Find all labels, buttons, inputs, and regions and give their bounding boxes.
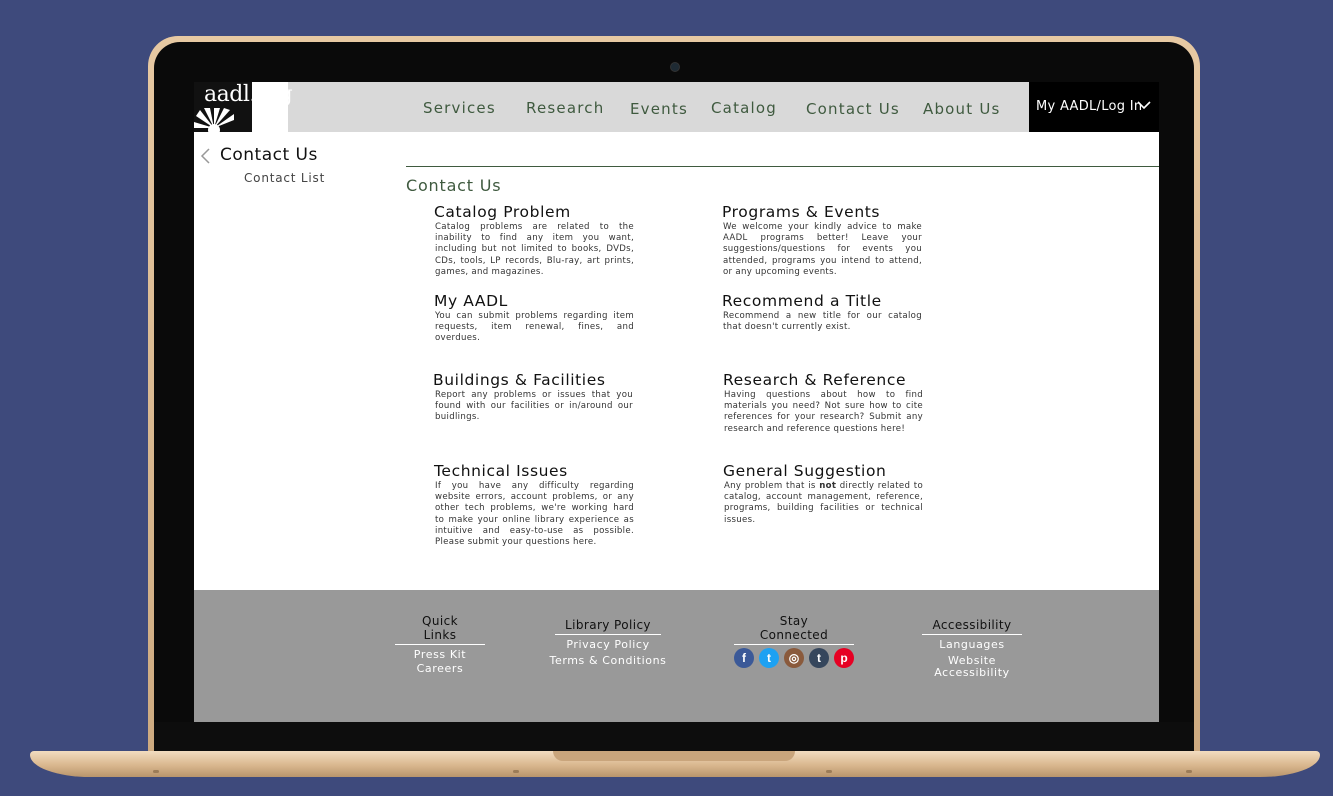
- nav-contact-us[interactable]: Contact Us: [806, 100, 900, 118]
- card-text: Having questions about how to find mater…: [724, 390, 923, 434]
- instagram-icon[interactable]: ◎: [784, 648, 804, 668]
- footer-accessibility: Accessibility Languages Website Accessib…: [912, 614, 1032, 679]
- card-title: Programs & Events: [722, 203, 881, 221]
- card-recommend-title[interactable]: Recommend a Title Recommend a new title …: [722, 292, 922, 333]
- social-icons: f t ◎ t p: [734, 648, 854, 668]
- footer-link-privacy-policy[interactable]: Privacy Policy: [548, 639, 668, 651]
- card-title: General Suggestion: [723, 462, 887, 480]
- screen: aadl.org Services Research Events Catalo…: [194, 82, 1159, 722]
- footer-heading: Stay Connected: [734, 614, 854, 645]
- facebook-icon[interactable]: f: [734, 648, 754, 668]
- footer-library-policy: Library Policy Privacy Policy Terms & Co…: [548, 614, 668, 667]
- card-general-suggestion[interactable]: General Suggestion Any problem that is n…: [723, 462, 923, 526]
- card-text: Recommend a new title for our catalog th…: [723, 311, 922, 333]
- footer-link-press-kit[interactable]: Press Kit: [395, 649, 485, 661]
- nav-research[interactable]: Research: [526, 99, 604, 117]
- card-text: You can submit problems regarding item r…: [435, 311, 634, 344]
- card-title: Catalog Problem: [434, 203, 571, 221]
- card-catalog-problem[interactable]: Catalog Problem Catalog problems are rel…: [434, 203, 634, 278]
- sidebar-title: Contact Us: [220, 145, 318, 165]
- nav-events[interactable]: Events: [630, 100, 688, 118]
- card-title: Research & Reference: [723, 371, 907, 389]
- card-title: Buildings & Facilities: [433, 371, 606, 389]
- login-label: My AADL/Log In: [1036, 99, 1143, 114]
- pinterest-icon[interactable]: p: [834, 648, 854, 668]
- logo-text: aadl.org: [204, 82, 293, 107]
- page-title: Contact Us: [406, 176, 502, 195]
- card-text: Catalog problems are related to the inab…: [435, 222, 634, 277]
- footer-link-terms[interactable]: Terms & Conditions: [548, 655, 668, 667]
- footer: Quick Links Press Kit Careers Library Po…: [194, 590, 1159, 722]
- tumblr-icon[interactable]: t: [809, 648, 829, 668]
- card-programs-events[interactable]: Programs & Events We welcome your kindly…: [722, 203, 922, 278]
- twitter-icon[interactable]: t: [759, 648, 779, 668]
- laptop-foot: [826, 770, 832, 773]
- footer-heading: Library Policy: [555, 618, 661, 635]
- laptop-foot: [1186, 770, 1192, 773]
- nav-catalog[interactable]: Catalog: [711, 99, 777, 117]
- card-text: Report any problems or issues that you f…: [435, 390, 633, 423]
- footer-heading: Accessibility: [922, 618, 1022, 635]
- footer-stay-connected: Stay Connected f t ◎ t p: [734, 614, 854, 668]
- navbar: aadl.org Services Research Events Catalo…: [194, 82, 1159, 132]
- laptop-base-notch: [553, 751, 795, 761]
- camera-icon: [670, 62, 680, 72]
- footer-link-languages[interactable]: Languages: [912, 639, 1032, 651]
- card-text: If you have any difficulty regarding web…: [435, 481, 634, 548]
- card-title: My AADL: [434, 292, 508, 310]
- title-divider: [406, 166, 1159, 167]
- card-my-aadl[interactable]: My AADL You can submit problems regardin…: [434, 292, 634, 345]
- card-text: Any problem that is not directly related…: [724, 481, 923, 526]
- logo[interactable]: aadl.org: [194, 82, 293, 132]
- card-title: Recommend a Title: [722, 292, 882, 310]
- card-title: Technical Issues: [434, 462, 568, 480]
- footer-link-website-accessibility[interactable]: Website Accessibility: [912, 655, 1032, 679]
- chevron-left-icon[interactable]: [200, 148, 210, 164]
- footer-heading: Quick Links: [395, 614, 485, 645]
- card-text: We welcome your kindly advice to make AA…: [723, 222, 922, 277]
- card-technical-issues[interactable]: Technical Issues If you have any difficu…: [434, 462, 634, 548]
- nav-services[interactable]: Services: [423, 99, 496, 117]
- chevron-down-icon: [1137, 101, 1151, 110]
- card-text-bold: not: [819, 481, 837, 491]
- card-text-before: Any problem that is: [724, 481, 820, 491]
- laptop-foot: [513, 770, 519, 773]
- laptop-chin: [154, 722, 1194, 752]
- laptop-foot: [153, 770, 159, 773]
- nav-about-us[interactable]: About Us: [923, 100, 1001, 118]
- footer-link-careers[interactable]: Careers: [395, 663, 485, 675]
- sidebar-item-contact-list[interactable]: Contact List: [244, 171, 325, 185]
- logo-text-value: aadl.org: [204, 82, 293, 107]
- card-buildings-facilities[interactable]: Buildings & Facilities Report any proble…: [433, 371, 633, 424]
- card-research-reference[interactable]: Research & Reference Having questions ab…: [723, 371, 923, 435]
- sunburst-icon: [194, 108, 234, 132]
- login-button[interactable]: My AADL/Log In: [1029, 82, 1159, 132]
- footer-quick-links: Quick Links Press Kit Careers: [395, 614, 485, 675]
